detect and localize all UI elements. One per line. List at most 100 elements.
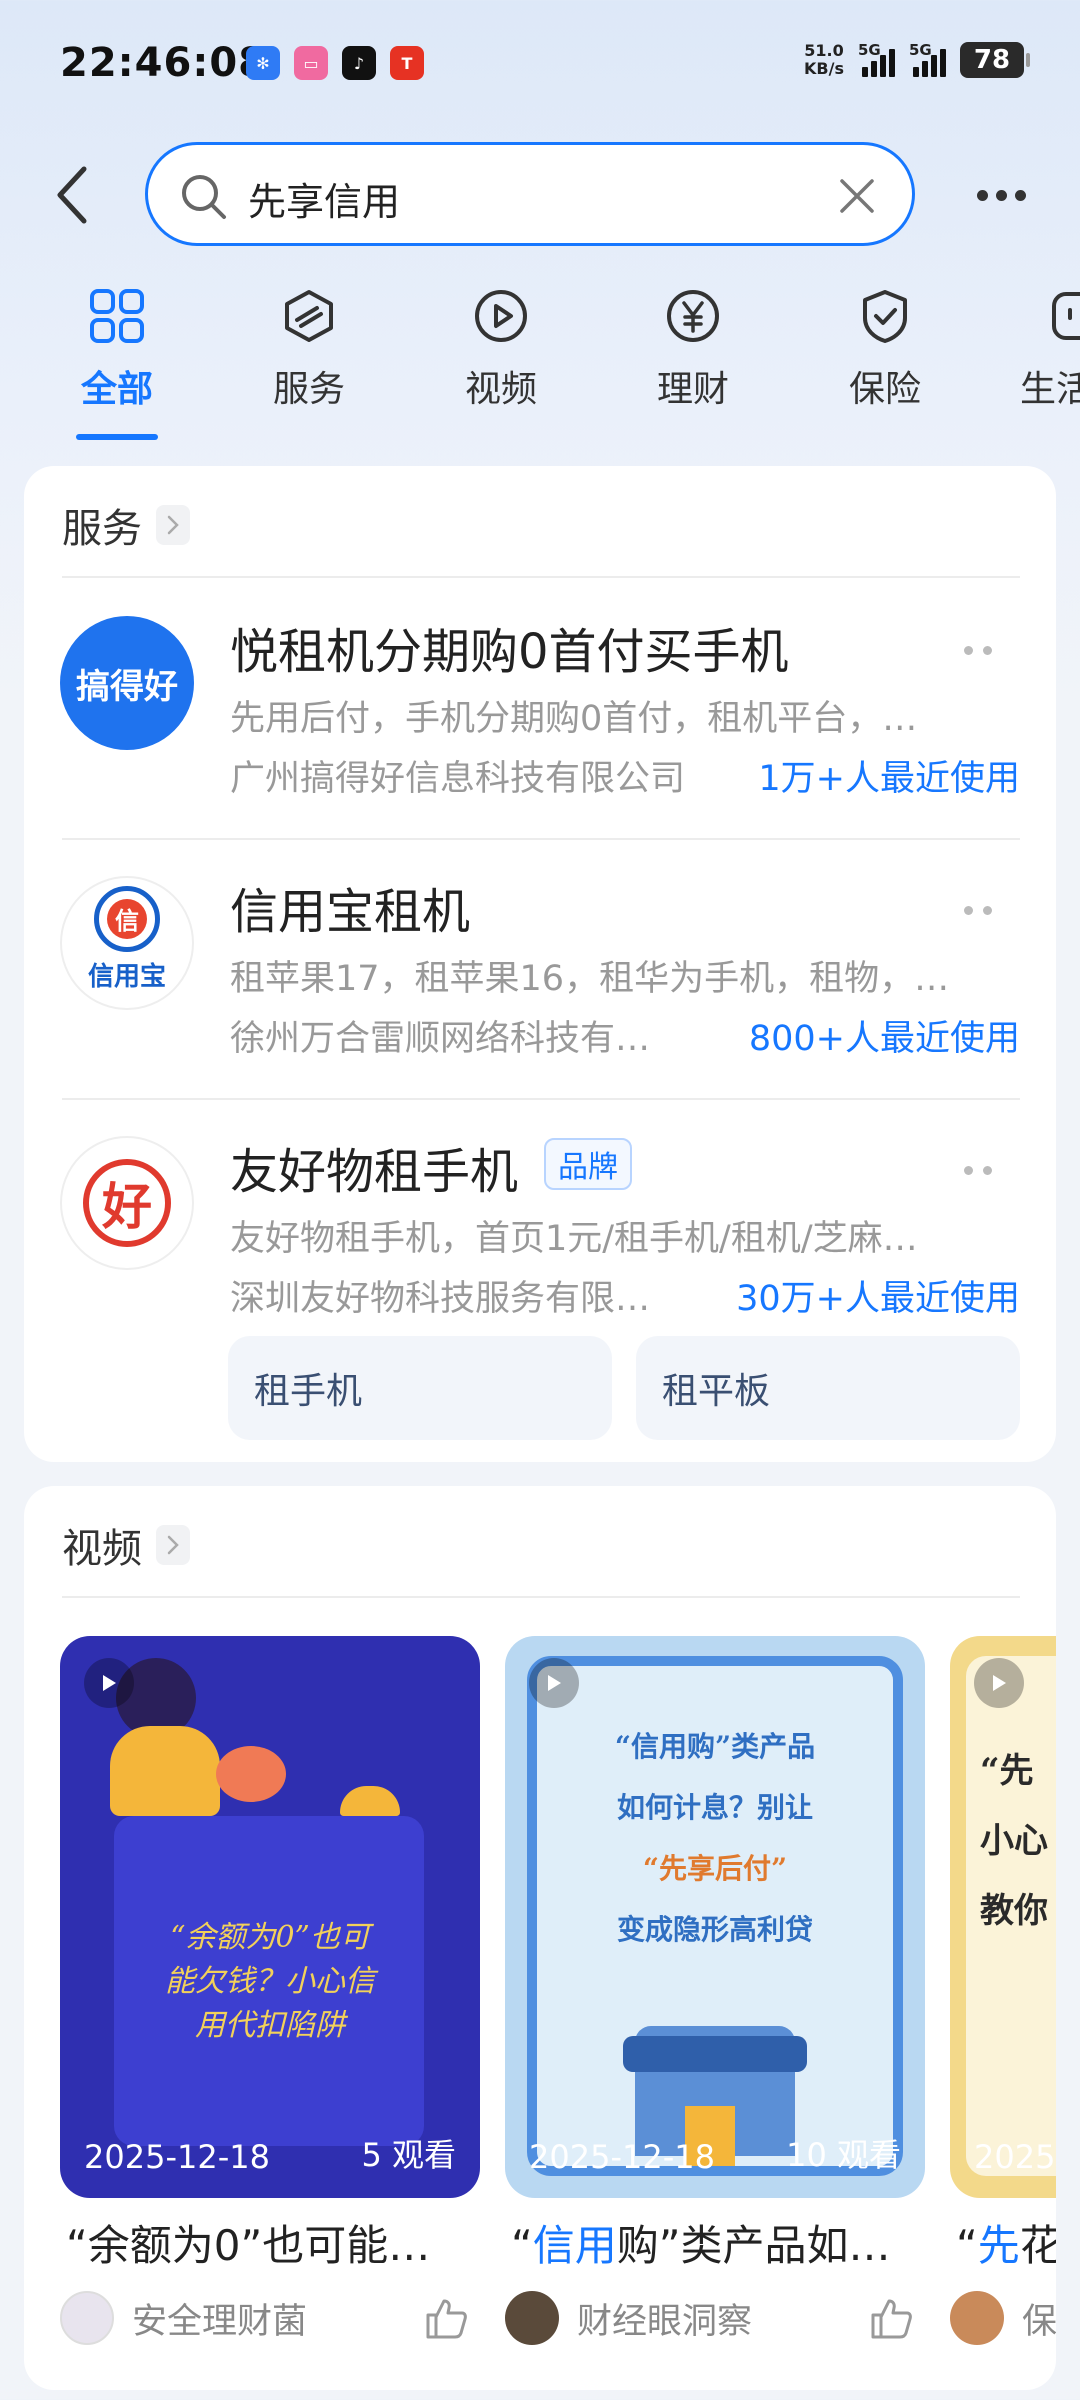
overlay-line: 用代扣陷阱 [195,2008,345,2043]
service-description: 友好物租手机，首页1元/租手机/租机/芝麻… [230,1219,918,1259]
service-logo: 好 [60,1136,194,1270]
video-views: 5 观看 [361,2136,456,2174]
notification-app-icons: ✻ ▭ ♪ T [246,46,424,80]
divider [62,1098,1020,1100]
service-title: 信用宝租机 [230,884,471,940]
service-item[interactable]: 搞得好 悦租机分期购0首付买手机 先用后付，手机分期购0首付，租机平台，… 广州… [24,606,1056,836]
thumbs-up-icon[interactable] [422,2295,470,2343]
video-thumbnail[interactable]: “余额为0”也可 能欠钱？小心信 用代扣陷阱 2025-12-18 5 观看 [60,1636,480,2198]
dot [1014,189,1026,201]
service-users: 1万+人最近使用 [758,759,1020,799]
more-options-button[interactable] [966,170,1036,220]
section-title: 服务 [62,506,142,552]
search-icon [182,175,226,219]
back-button[interactable] [44,160,100,230]
piggy-bank-icon [216,1746,286,1802]
chip-rent-phone[interactable]: 租手机 [228,1336,612,1440]
service-company: 徐州万合雷顺网络科技有… [230,1019,651,1059]
title-highlight: 信用 [532,2221,617,2270]
service-company: 广州搞得好信息科技有限公司 [230,759,686,799]
close-icon[interactable] [836,175,878,217]
tab-videos[interactable]: 视频 [426,286,576,412]
video-author[interactable]: 安全理财菌 [60,2291,480,2345]
signal-bar [862,67,868,77]
video-thumbnail[interactable]: “信用购”类产品 如何计息？别让 “先享后付” 变成隐形高利贷 2025-12-… [505,1636,925,2198]
status-right: 51.0 KB/s 5G 5G 78 [804,41,1030,78]
video-title: “信用购”类产品如… [505,2212,925,2273]
shop-awning [623,2036,807,2072]
title-text: 花 [1020,2221,1056,2270]
section-title: 视频 [62,1526,142,1572]
title-text: “余额为0”也可能… [66,2221,431,2270]
tab-label: 保险 [848,369,921,410]
divider [62,576,1020,578]
services-card: 服务 搞得好 悦租机分期购0首付买手机 先用后付，手机分期购0首付，租机平台，…… [24,466,1056,1462]
service-title: 友好物租手机 [230,1144,519,1200]
divider [62,1596,1020,1598]
chevron-right-icon[interactable] [156,1525,190,1565]
signal-bar [889,49,895,77]
video-item[interactable]: “先 小心 教你 2025 “先花 保 [950,1636,1056,2345]
tab-all[interactable]: 全部 [42,286,192,412]
author-name: 保 [1022,2301,1056,2342]
brand-badge: 品牌 [544,1138,632,1190]
thumbs-up-icon[interactable] [867,2295,915,2343]
service-item[interactable]: 信 信用宝 信用宝租机 租苹果17，租苹果16，租华为手机，租物，… 徐州万合雷… [24,866,1056,1096]
title-text: 购”类产品如… [616,2221,891,2270]
tab-label: 全部 [80,369,153,410]
search-input[interactable]: 先享信用 [145,142,915,246]
signal-bar [940,49,946,77]
videos-header[interactable]: 视频 [62,1516,190,1574]
tab-label: 视频 [464,369,537,410]
play-icon [974,1658,1024,1708]
title-highlight: 先 [977,2221,1020,2270]
services-header[interactable]: 服务 [62,496,190,554]
video-title: “先花 [950,2212,1056,2273]
video-item[interactable]: “余额为0”也可 能欠钱？小心信 用代扣陷阱 2025-12-18 5 观看 “… [60,1636,480,2345]
chevron-right-icon[interactable] [156,505,190,545]
overlay-line: “先享后付” [642,1852,788,1885]
illustration-body [110,1726,220,1816]
tab-life[interactable]: 生活 [1002,286,1080,412]
video-overlay-text: “先 小心 教你 [980,1736,1056,1946]
chip-rent-tablet[interactable]: 租平板 [636,1336,1020,1440]
video-item[interactable]: “信用购”类产品 如何计息？别让 “先享后付” 变成隐形高利贷 2025-12-… [505,1636,925,2345]
play-icon [84,1658,134,1708]
author-name: 安全理财菌 [132,2301,308,2342]
more-options-icon[interactable] [964,906,1000,918]
title-text: “ [956,2221,978,2270]
signal-strength-icon: 5G [909,41,946,77]
status-time: 22:46:08 [60,40,267,86]
service-logo: 搞得好 [60,616,194,750]
tab-insurance[interactable]: 保险 [810,286,960,412]
grid-icon [90,289,144,343]
net-speed-value: 51.0 [804,41,844,60]
video-author[interactable]: 财经眼洞察 [505,2291,925,2345]
overlay-line: 如何计息？别让 [616,1791,813,1824]
signal-bar [880,55,886,77]
yen-coin-icon [667,290,719,342]
signal-bar [871,61,877,77]
service-cube-icon [285,290,333,342]
tab-services[interactable]: 服务 [234,286,384,412]
video-date: 2025-12-18 [529,2138,715,2176]
video-author[interactable]: 保 [950,2291,1056,2345]
service-item[interactable]: 好 友好物租手机 品牌 友好物租手机，首页1元/租手机/租机/芝麻… 深圳友好物… [24,1126,1056,1456]
video-title: “余额为0”也可能… [60,2212,480,2273]
logo-text: 信用宝 [87,961,166,992]
signal-bar [931,55,937,77]
tab-finance[interactable]: 理财 [618,286,768,412]
signal2-label: 5G [909,41,932,59]
more-options-icon[interactable] [964,1166,1000,1178]
overlay-line: 小心 [980,1821,1048,1861]
more-options-icon[interactable] [964,646,1000,658]
overlay-line: “信用购”类产品 [614,1730,816,1763]
search-query[interactable]: 先享信用 [248,171,400,226]
video-thumbnail[interactable]: “先 小心 教你 2025 [950,1636,1056,2198]
service-title: 悦租机分期购0首付买手机 [230,624,789,680]
tab-label: 服务 [272,369,345,410]
snowflake-app-icon: ✻ [246,46,280,80]
service-users: 30万+人最近使用 [736,1279,1020,1319]
net-speed-unit: KB/s [804,59,844,78]
avatar [950,2291,1004,2345]
